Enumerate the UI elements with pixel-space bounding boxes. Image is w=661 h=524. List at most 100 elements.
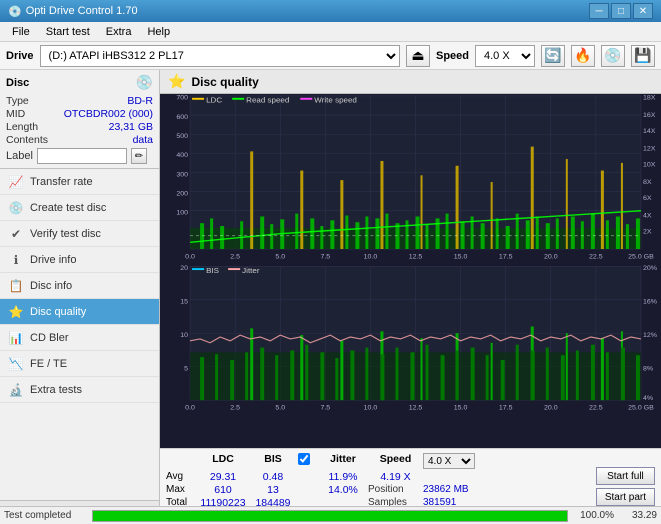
svg-text:20.0: 20.0	[544, 405, 558, 412]
svg-text:2.5: 2.5	[230, 254, 240, 261]
label-edit-button[interactable]: ✏	[131, 148, 147, 164]
svg-text:4%: 4%	[643, 395, 653, 402]
chart-speed-select[interactable]: 4.0 X	[423, 453, 475, 469]
svg-text:20.0: 20.0	[544, 254, 558, 261]
col-empty	[166, 453, 198, 469]
extra-tests-icon: 🔬	[8, 383, 24, 397]
position-value: 23862 MB	[423, 484, 478, 496]
svg-text:20: 20	[180, 265, 188, 272]
svg-text:2.5: 2.5	[230, 405, 240, 412]
burn-button[interactable]: 🔥	[571, 45, 595, 67]
svg-text:400: 400	[176, 152, 188, 159]
svg-text:12X: 12X	[643, 146, 656, 153]
progress-fill	[93, 511, 567, 521]
media-button[interactable]: 💿	[601, 45, 625, 67]
svg-text:14X: 14X	[643, 128, 656, 135]
save-button[interactable]: 💾	[631, 45, 655, 67]
progress-right-value: 33.29	[622, 510, 657, 521]
col-speed-header: Speed	[368, 453, 423, 469]
menu-start-test[interactable]: Start test	[38, 24, 98, 40]
svg-text:100: 100	[176, 210, 188, 217]
svg-text:700: 700	[176, 95, 188, 102]
svg-text:12.5: 12.5	[409, 405, 423, 412]
menu-help[interactable]: Help	[139, 24, 178, 40]
drive-label: Drive	[6, 50, 34, 62]
drive-info-icon: ℹ	[8, 253, 24, 267]
speed-select[interactable]: 4.0 X	[475, 45, 535, 67]
label-input[interactable]	[37, 148, 127, 164]
contents-label: Contents	[6, 134, 48, 146]
speed-label: Speed	[436, 50, 469, 62]
jitter-checkbox[interactable]	[298, 453, 310, 465]
maximize-button[interactable]: □	[611, 3, 631, 19]
eject-button[interactable]: ⏏	[406, 45, 430, 67]
mid-label: MID	[6, 108, 25, 120]
nav-items: 📈 Transfer rate 💿 Create test disc ✔ Ver…	[0, 169, 159, 500]
avg-bis: 0.48	[248, 471, 298, 483]
position-label: Position	[368, 484, 423, 496]
label-label: Label	[6, 150, 33, 162]
avg-speed: 4.19 X	[368, 471, 423, 483]
svg-text:25.0 GB: 25.0 GB	[628, 405, 654, 412]
disc-panel-icon: 💿	[136, 74, 153, 91]
drive-select[interactable]: (D:) ATAPI iHBS312 2 PL17	[40, 45, 400, 67]
svg-text:15.0: 15.0	[454, 254, 468, 261]
disc-contents-row: Contents data	[6, 134, 153, 146]
nav-cd-bler[interactable]: 📊 CD Bler	[0, 325, 159, 351]
svg-text:25.0 GB: 25.0 GB	[628, 254, 654, 261]
progress-percent: 100.0%	[576, 510, 614, 521]
avg-ldc: 29.31	[198, 471, 248, 483]
mid-value: OTCBDR002 (000)	[64, 108, 153, 120]
menu-extra[interactable]: Extra	[98, 24, 140, 40]
contents-value: data	[133, 134, 153, 146]
max-jitter: 14.0%	[318, 484, 368, 496]
start-part-button[interactable]: Start part	[596, 488, 655, 506]
content-header: ⭐ Disc quality	[160, 70, 661, 94]
menu-bar: File Start test Extra Help	[0, 22, 661, 42]
transfer-rate-icon: 📈	[8, 175, 24, 189]
svg-text:300: 300	[176, 171, 188, 178]
app-icon: 💿	[8, 5, 22, 18]
nav-verify-test-disc[interactable]: ✔ Verify test disc	[0, 221, 159, 247]
nav-transfer-rate[interactable]: 📈 Transfer rate	[0, 169, 159, 195]
svg-text:Jitter: Jitter	[242, 266, 260, 275]
max-bis: 13	[248, 484, 298, 496]
svg-text:8%: 8%	[643, 366, 653, 373]
max-label: Max	[166, 484, 198, 496]
close-button[interactable]: ✕	[633, 3, 653, 19]
nav-disc-info[interactable]: 📋 Disc info	[0, 273, 159, 299]
svg-text:17.5: 17.5	[499, 254, 513, 261]
col-check	[298, 453, 314, 469]
status-text: Test completed	[4, 510, 84, 521]
svg-text:5.0: 5.0	[275, 254, 285, 261]
svg-text:12%: 12%	[643, 332, 657, 339]
svg-text:10.0: 10.0	[364, 254, 378, 261]
max-ldc: 610	[198, 484, 248, 496]
minimize-button[interactable]: ─	[589, 3, 609, 19]
svg-text:BIS: BIS	[206, 266, 219, 275]
svg-text:16%: 16%	[643, 299, 657, 306]
drive-bar: Drive (D:) ATAPI iHBS312 2 PL17 ⏏ Speed …	[0, 42, 661, 70]
col-ldc-header: LDC	[198, 453, 248, 469]
svg-text:0.0: 0.0	[185, 405, 195, 412]
disc-header: Disc 💿	[6, 74, 153, 91]
svg-text:10: 10	[180, 332, 188, 339]
svg-text:22.5: 22.5	[589, 254, 603, 261]
main-layout: Disc 💿 Type BD-R MID OTCBDR002 (000) Len…	[0, 70, 661, 524]
nav-fe-te[interactable]: 📉 FE / TE	[0, 351, 159, 377]
svg-text:7.5: 7.5	[320, 254, 330, 261]
disc-panel: Disc 💿 Type BD-R MID OTCBDR002 (000) Len…	[0, 70, 159, 169]
svg-text:17.5: 17.5	[499, 405, 513, 412]
svg-text:18X: 18X	[643, 95, 656, 102]
nav-create-test-disc[interactable]: 💿 Create test disc	[0, 195, 159, 221]
menu-file[interactable]: File	[4, 24, 38, 40]
svg-text:15.0: 15.0	[454, 405, 468, 412]
progress-bar	[92, 510, 568, 522]
disc-quality-icon: ⭐	[8, 305, 24, 319]
nav-drive-info[interactable]: ℹ Drive info	[0, 247, 159, 273]
refresh-button[interactable]: 🔄	[541, 45, 565, 67]
nav-disc-quality[interactable]: ⭐ Disc quality	[0, 299, 159, 325]
title-bar: 💿 Opti Drive Control 1.70 ─ □ ✕	[0, 0, 661, 22]
nav-extra-tests[interactable]: 🔬 Extra tests	[0, 377, 159, 403]
start-full-button[interactable]: Start full	[596, 467, 655, 485]
